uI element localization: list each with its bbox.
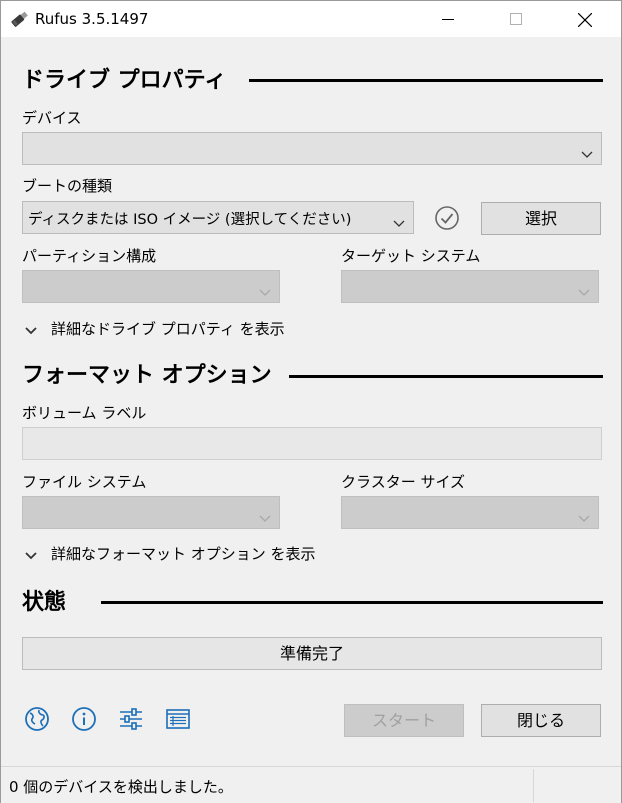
target-system-dropdown[interactable]	[341, 270, 599, 303]
log-icon[interactable]	[164, 705, 192, 733]
settings-sliders-icon[interactable]	[117, 705, 145, 733]
section-divider	[289, 375, 603, 378]
chevron-down-icon	[581, 144, 593, 163]
partition-scheme-dropdown[interactable]	[22, 270, 280, 303]
file-system-dropdown[interactable]	[22, 496, 280, 529]
chevron-down-icon	[259, 508, 271, 527]
device-dropdown[interactable]	[22, 132, 602, 165]
section-divider	[249, 79, 603, 82]
info-icon[interactable]	[70, 705, 98, 733]
usb-drive-icon	[9, 9, 29, 29]
chevron-down-icon	[578, 282, 590, 301]
show-advanced-format-options[interactable]: 詳細なフォーマット オプション を表示	[25, 543, 325, 563]
advanced-drive-toggle-label: 詳細なドライブ プロパティ を表示	[51, 320, 285, 338]
drive-properties-heading: ドライブ プロパティ	[22, 68, 227, 93]
boot-type-dropdown[interactable]: ディスクまたは ISO イメージ (選択してください)	[22, 201, 414, 234]
chevron-down-icon	[259, 282, 271, 301]
start-button[interactable]: スタート	[344, 704, 464, 737]
format-options-heading: フォーマット オプション	[22, 363, 272, 388]
show-advanced-drive-properties[interactable]: 詳細なドライブ プロパティ を表示	[25, 318, 325, 338]
chevron-down-icon	[25, 547, 37, 565]
boot-type-value: ディスクまたは ISO イメージ (選択してください)	[28, 212, 352, 228]
advanced-format-toggle-label: 詳細なフォーマット オプション を表示	[51, 545, 316, 563]
maximize-button[interactable]	[493, 1, 539, 37]
minimize-button[interactable]	[425, 1, 471, 37]
status-bar-divider	[533, 769, 534, 802]
chevron-down-icon	[393, 213, 405, 232]
title-bar: Rufus 3.5.1497	[1, 1, 621, 37]
boot-type-label: ブートの種類	[22, 177, 113, 195]
file-system-label: ファイル システム	[22, 473, 147, 491]
progress-bar: 準備完了	[22, 637, 602, 670]
volume-label-label: ボリューム ラベル	[22, 404, 147, 422]
device-label: デバイス	[22, 109, 82, 127]
chevron-down-icon	[25, 322, 37, 340]
window-title: Rufus 3.5.1497	[35, 10, 149, 28]
cluster-size-label: クラスター サイズ	[341, 473, 466, 491]
chevron-down-icon	[578, 508, 590, 527]
status-bar-message: 0 個のデバイスを検出しました。	[9, 778, 233, 796]
globe-icon[interactable]	[23, 705, 51, 733]
section-divider	[101, 601, 603, 604]
partition-scheme-label: パーティション構成	[22, 247, 157, 265]
select-button[interactable]: 選択	[481, 202, 601, 235]
close-button[interactable]: 閉じる	[481, 704, 601, 737]
target-system-label: ターゲット システム	[341, 247, 481, 265]
status-bar: 0 個のデバイスを検出しました。	[1, 766, 621, 803]
rufus-window: Rufus 3.5.1497 ドライブ プロパティ デバイス ブートの種類 ディ…	[0, 0, 622, 803]
status-heading: 状態	[22, 590, 67, 615]
close-window-button[interactable]	[561, 1, 607, 37]
volume-label-input[interactable]	[22, 427, 602, 460]
checksum-check-icon[interactable]	[433, 204, 461, 232]
cluster-size-dropdown[interactable]	[341, 496, 599, 529]
progress-status-text: 準備完了	[279, 644, 344, 663]
